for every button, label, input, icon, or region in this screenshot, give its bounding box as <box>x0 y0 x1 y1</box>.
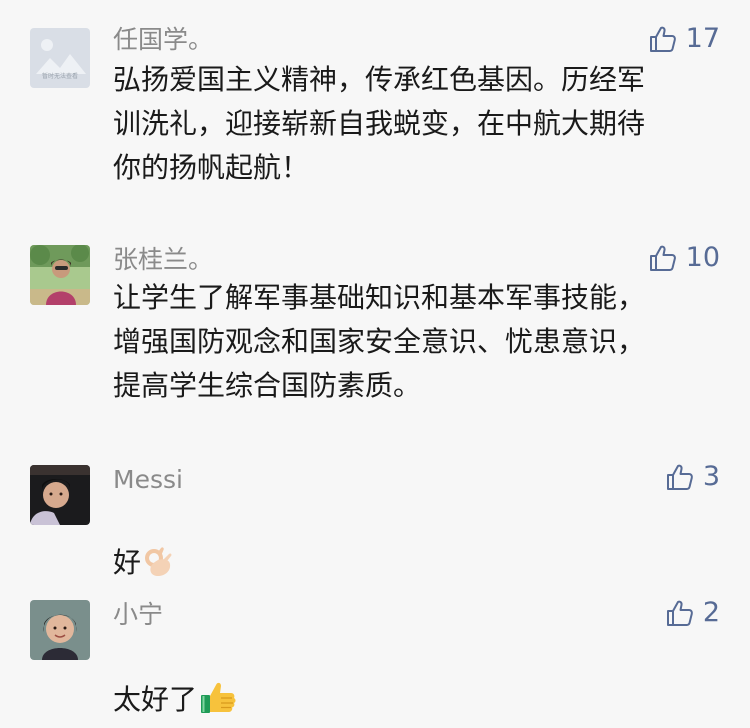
commenter-name[interactable]: 任国学。 <box>113 25 213 55</box>
commenter-name[interactable]: 小宁 <box>113 600 163 630</box>
avatar[interactable]: 暂时无法查看 <box>30 28 90 88</box>
avatar-photo <box>30 465 90 525</box>
like-count: 2 <box>702 597 720 628</box>
comment-text: 让学生了解军事基础知识和基本军事技能， 增强国防观念和国家安全意识、忧患意识， … <box>113 281 646 402</box>
comment-text: 太好了 <box>113 634 706 728</box>
like-button[interactable]: 2 <box>665 598 720 628</box>
avatar-caption: 暂时无法查看 <box>41 73 78 80</box>
avatar[interactable] <box>30 245 90 305</box>
like-count: 3 <box>702 461 720 492</box>
like-count: 10 <box>685 242 720 273</box>
thumbs-up-icon <box>649 245 676 271</box>
commenter-name[interactable]: Messi <box>113 465 183 495</box>
like-count: 17 <box>685 23 720 54</box>
like-button[interactable]: 10 <box>648 243 720 273</box>
like-button[interactable]: 3 <box>665 462 720 492</box>
comment-text: 好 <box>113 497 706 591</box>
thumbs-up-icon <box>666 600 693 626</box>
commenter-name[interactable]: 张桂兰。 <box>113 245 213 275</box>
ok-hand-icon <box>143 546 173 591</box>
comment-text-content: 太好了 <box>113 683 198 716</box>
like-button[interactable]: 17 <box>648 24 720 54</box>
thumbs-up-icon <box>666 464 693 490</box>
comment-text: 弘扬爱国主义精神，传承红色基因。历经军 训洗礼，迎接崭新自我蜕变，在中航大期待 … <box>113 63 646 184</box>
thumbs-up-emoji-icon <box>199 679 239 728</box>
comment-text-content: 好 <box>113 546 142 579</box>
avatar[interactable] <box>30 465 90 525</box>
avatar[interactable] <box>30 600 90 660</box>
avatar-photo <box>30 245 90 305</box>
thumbs-up-icon <box>649 26 676 52</box>
avatar-photo <box>30 600 90 660</box>
